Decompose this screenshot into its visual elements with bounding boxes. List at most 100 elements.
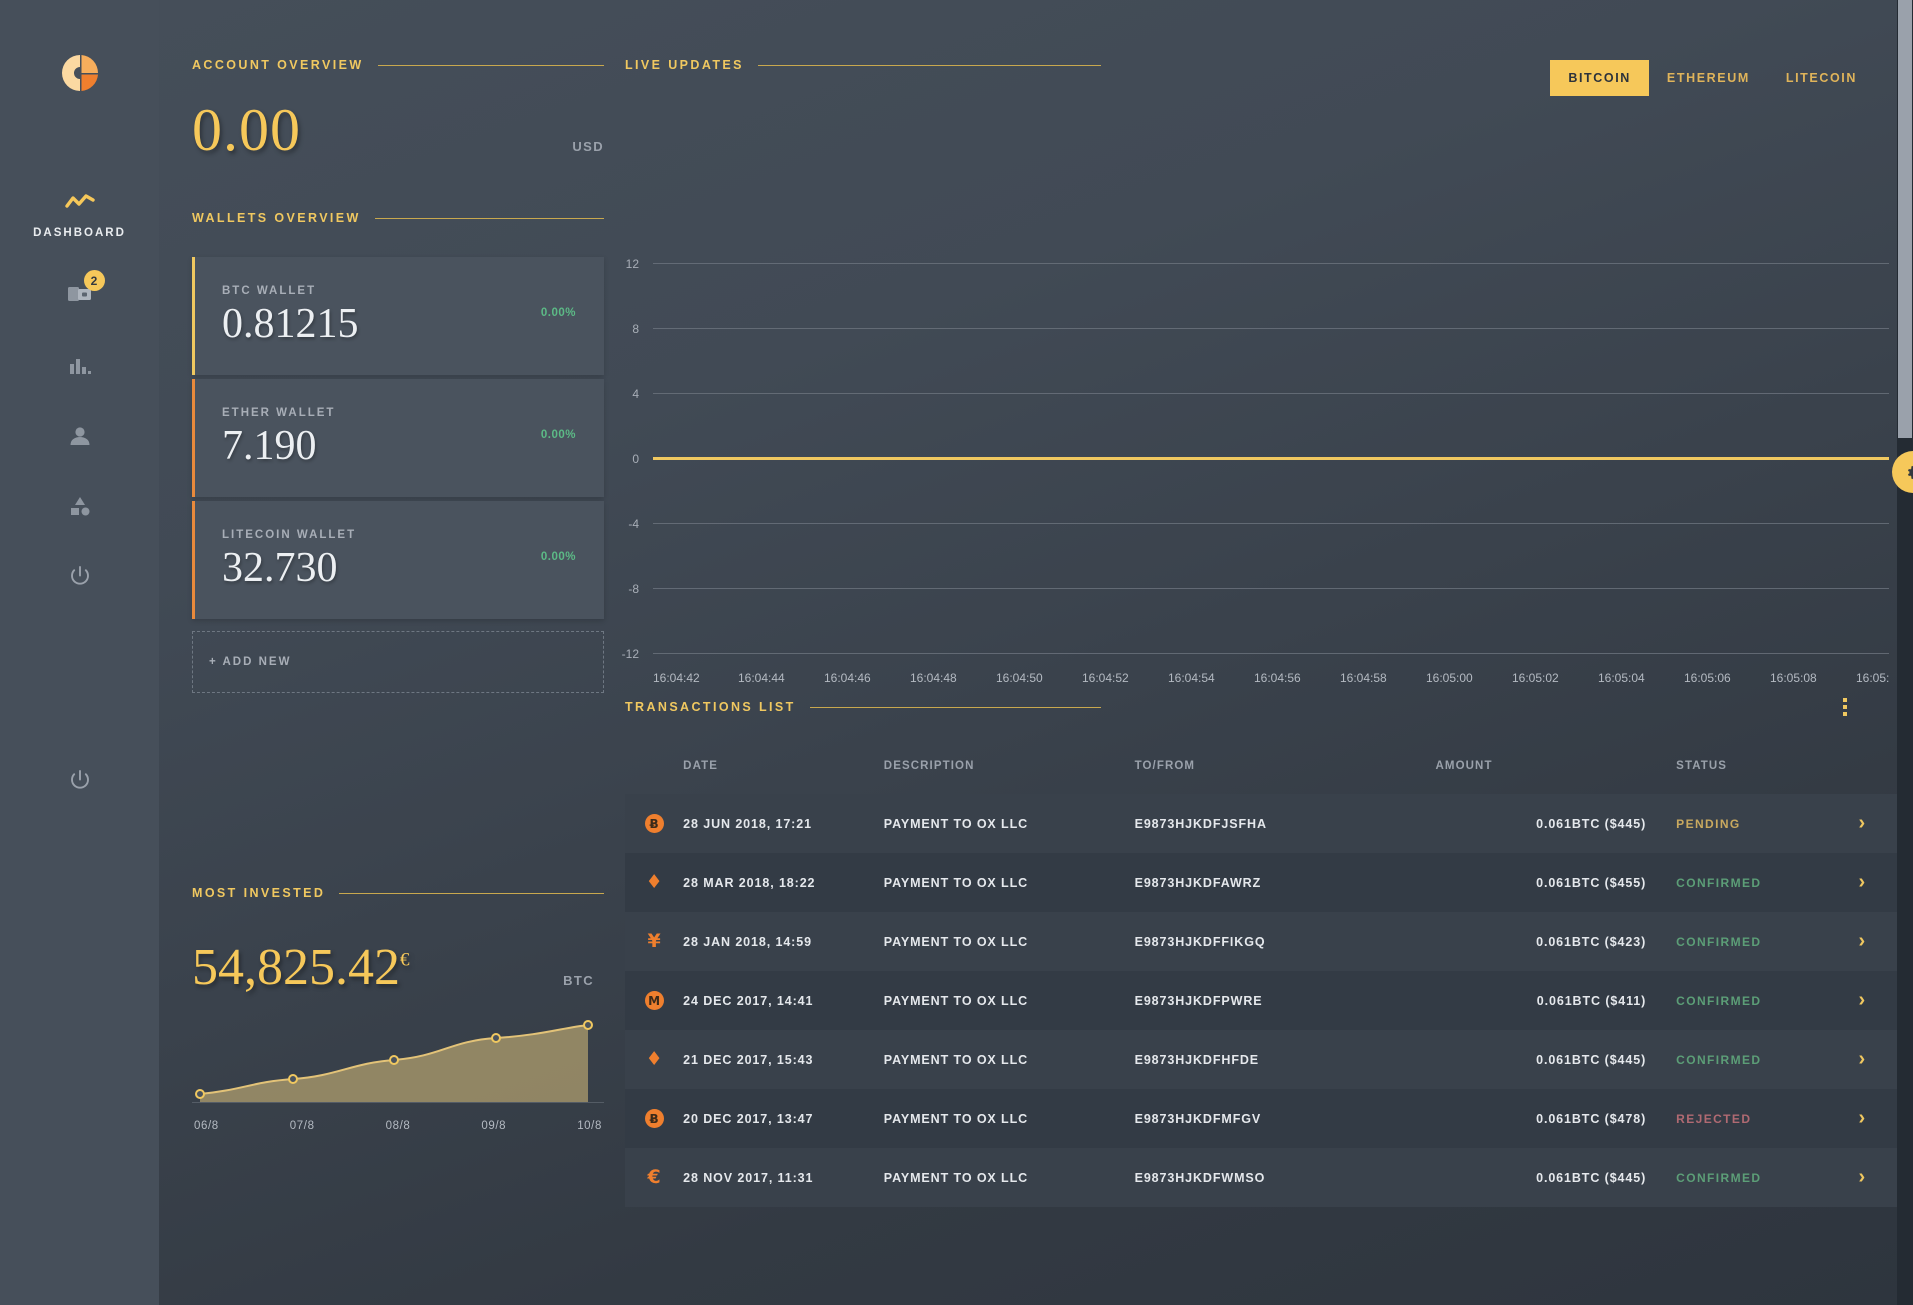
col-desc: DESCRIPTION: [884, 760, 1135, 794]
tab-litecoin[interactable]: LITECOIN: [1768, 60, 1875, 96]
row-desc: PAYMENT TO OX LLC: [884, 794, 1135, 853]
row-desc: PAYMENT TO OX LLC: [884, 1030, 1135, 1089]
row-expand-button[interactable]: ›: [1827, 1089, 1897, 1148]
row-date: 28 JUN 2018, 17:21: [683, 794, 884, 853]
grid-line: [653, 328, 1889, 329]
row-desc: PAYMENT TO OX LLC: [884, 853, 1135, 912]
section-title: LIVE UPDATES: [625, 58, 744, 72]
tab-bitcoin[interactable]: BITCOIN: [1550, 60, 1649, 96]
scrollbar-thumb[interactable]: [1898, 0, 1912, 438]
row-expand-button[interactable]: ›: [1827, 853, 1897, 912]
kebab-dot: [1843, 712, 1847, 716]
x-tick-label: 16:04:44: [738, 671, 785, 685]
table-row[interactable]: ♦ 21 DEC 2017, 15:43 PAYMENT TO OX LLC E…: [625, 1030, 1897, 1089]
row-date: 24 DEC 2017, 14:41: [683, 971, 884, 1030]
tab-ethereum[interactable]: ETHEREUM: [1649, 60, 1768, 96]
shapes-icon: [68, 491, 92, 521]
dashboard-app: DASHBOARD 2: [0, 0, 1913, 1305]
wallet-change: 0.00%: [541, 307, 576, 319]
status-badge: PENDING: [1646, 794, 1827, 853]
transactions-table: DATE DESCRIPTION TO/FROM AMOUNT STATUS Ƀ…: [625, 760, 1897, 1207]
x-tick-label: 16:04:52: [1082, 671, 1129, 685]
x-tick-label: 09/8: [481, 1120, 506, 1132]
most-invested-currency: BTC: [563, 973, 594, 994]
x-tick-label: 16:05:06: [1684, 671, 1731, 685]
chevron-right-icon: ›: [1859, 930, 1866, 952]
account-balance-value: 0.00: [192, 100, 301, 160]
row-coin-cell: Ƀ: [625, 1089, 683, 1148]
sidebar-item-profile[interactable]: [0, 421, 159, 451]
transactions-table-head: DATE DESCRIPTION TO/FROM AMOUNT STATUS: [625, 760, 1897, 794]
app-logo[interactable]: [60, 53, 100, 93]
row-expand-button[interactable]: ›: [1827, 912, 1897, 971]
wallets-overview-header: WALLETS OVERVIEW: [192, 211, 604, 225]
kebab-dot: [1843, 705, 1847, 709]
account-overview-section: ACCOUNT OVERVIEW 0.00 USD: [192, 58, 604, 160]
table-row[interactable]: ♦ 28 MAR 2018, 18:22 PAYMENT TO OX LLC E…: [625, 853, 1897, 912]
y-tick-label: 0: [605, 452, 639, 466]
row-amount: 0.061BTC ($445): [1436, 1148, 1647, 1207]
status-badge: CONFIRMED: [1646, 912, 1827, 971]
x-tick-label: 16:04:48: [910, 671, 957, 685]
grid-line: [653, 653, 1889, 654]
row-tofrom: E9873HJKDFJSFHA: [1135, 794, 1436, 853]
table-row[interactable]: ¥ 28 JAN 2018, 14:59 PAYMENT TO OX LLC E…: [625, 912, 1897, 971]
live-updates-header: LIVE UPDATES: [625, 58, 1101, 72]
scrollbar-track[interactable]: [1897, 0, 1913, 1305]
row-expand-button[interactable]: ›: [1827, 971, 1897, 1030]
add-new-wallet-button[interactable]: + ADD NEW: [192, 631, 604, 693]
crypto-tab-group: BITCOIN ETHEREUM LITECOIN: [1550, 60, 1875, 96]
status-badge: CONFIRMED: [1646, 853, 1827, 912]
row-desc: PAYMENT TO OX LLC: [884, 1148, 1135, 1207]
section-title: TRANSACTIONS LIST: [625, 700, 796, 714]
bar-chart-icon: [68, 351, 92, 381]
transactions-table-body: Ƀ 28 JUN 2018, 17:21 PAYMENT TO OX LLC E…: [625, 794, 1897, 1207]
row-tofrom: E9873HJKDFWMSO: [1135, 1148, 1436, 1207]
x-tick-label: 06/8: [194, 1120, 219, 1132]
sidebar-item-shapes[interactable]: [0, 491, 159, 521]
grid-line: [653, 588, 1889, 589]
row-expand-button[interactable]: ›: [1827, 794, 1897, 853]
row-expand-button[interactable]: ›: [1827, 1030, 1897, 1089]
col-tofrom: TO/FROM: [1135, 760, 1436, 794]
sidebar-item-power[interactable]: [0, 561, 159, 591]
row-amount: 0.061BTC ($455): [1436, 853, 1647, 912]
x-tick-label: 16:05:04: [1598, 671, 1645, 685]
kebab-menu-icon[interactable]: [1837, 692, 1853, 722]
wallet-card-btc[interactable]: BTC WALLET 0.81215 0.00%: [192, 257, 604, 375]
wallet-card-ether[interactable]: ETHER WALLET 7.190 0.00%: [192, 379, 604, 497]
bitcoin-icon: Ƀ: [645, 814, 664, 833]
sidebar-item-dashboard[interactable]: DASHBOARD: [0, 187, 159, 239]
chevron-right-icon: ›: [1859, 989, 1866, 1011]
sidebar-item-wallet[interactable]: 2: [0, 279, 159, 309]
row-desc: PAYMENT TO OX LLC: [884, 971, 1135, 1030]
table-row[interactable]: € 28 NOV 2017, 11:31 PAYMENT TO OX LLC E…: [625, 1148, 1897, 1207]
bitcoin-icon: Ƀ: [645, 1109, 664, 1128]
grid-line: [653, 263, 1889, 264]
col-date: DATE: [683, 760, 884, 794]
wallet-card-litecoin[interactable]: LITECOIN WALLET 32.730 0.00%: [192, 501, 604, 619]
row-date: 28 NOV 2017, 11:31: [683, 1148, 884, 1207]
sidebar: DASHBOARD 2: [0, 0, 159, 1305]
status-badge: CONFIRMED: [1646, 1030, 1827, 1089]
row-coin-cell: ♦: [625, 853, 683, 912]
live-updates-chart: 12 8 4 0 -4 -8 -12 16:04:42 16:04:44 16:…: [611, 146, 1897, 646]
wallet-name: BTC WALLET: [222, 285, 604, 297]
add-new-wallet-label: + ADD NEW: [209, 656, 291, 668]
table-row[interactable]: Μ 24 DEC 2017, 14:41 PAYMENT TO OX LLC E…: [625, 971, 1897, 1030]
x-tick-label: 16:04:42: [653, 671, 700, 685]
transactions-header-row: DATE DESCRIPTION TO/FROM AMOUNT STATUS: [625, 760, 1897, 794]
row-amount: 0.061BTC ($478): [1436, 1089, 1647, 1148]
table-row[interactable]: Ƀ 28 JUN 2018, 17:21 PAYMENT TO OX LLC E…: [625, 794, 1897, 853]
chevron-right-icon: ›: [1859, 1166, 1866, 1188]
wallet-list: BTC WALLET 0.81215 0.00% ETHER WALLET 7.…: [192, 257, 604, 693]
sidebar-item-statistics[interactable]: [0, 351, 159, 381]
row-expand-button[interactable]: ›: [1827, 1148, 1897, 1207]
table-row[interactable]: Ƀ 20 DEC 2017, 13:47 PAYMENT TO OX LLC E…: [625, 1089, 1897, 1148]
row-coin-cell: ♦: [625, 1030, 683, 1089]
col-icon: [625, 760, 683, 794]
sidebar-item-logout[interactable]: [0, 765, 159, 795]
x-tick-label: 16:05:: [1856, 671, 1889, 685]
x-tick-label: 16:04:56: [1254, 671, 1301, 685]
x-tick-label: 16:05:00: [1426, 671, 1473, 685]
